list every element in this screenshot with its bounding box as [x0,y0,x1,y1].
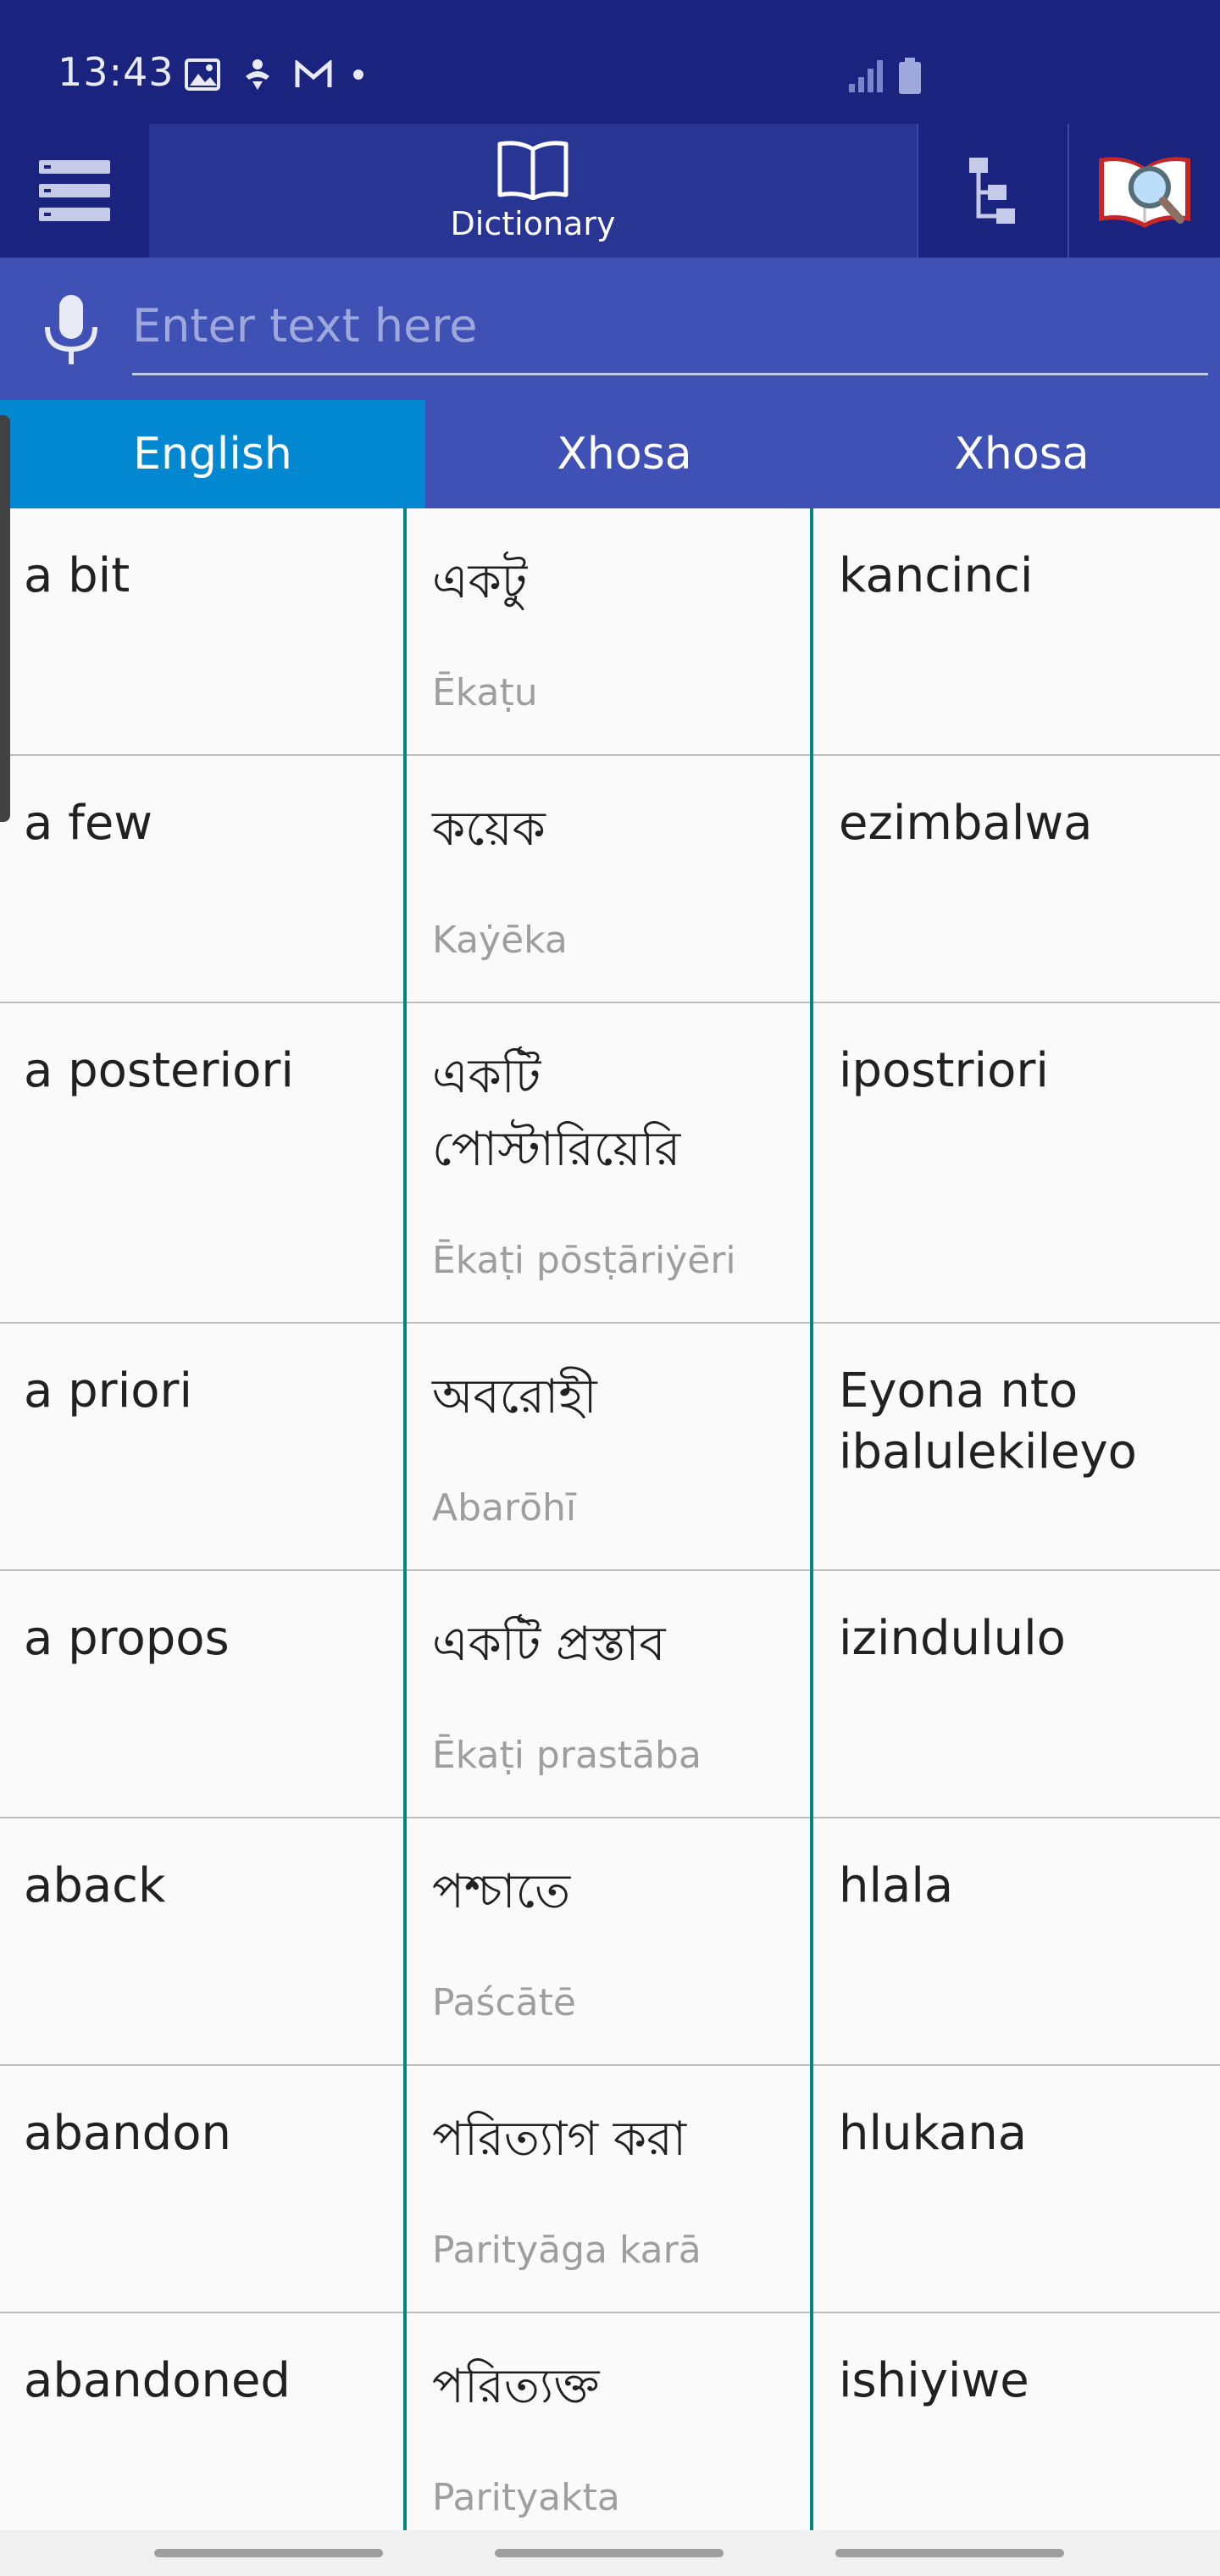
column-divider [810,508,813,2530]
xhosa-word: ishiyiwe [839,2353,1029,2408]
english-word: a posteriori [24,1043,294,1098]
transliteration: Kaẏēka [432,919,568,962]
table-row[interactable]: abandon পরিত্যাগ করা Parityāga karā hluk… [0,2066,1220,2313]
xhosa-word: izindululo [839,1611,1066,1666]
nav-recents-button[interactable] [154,2549,383,2557]
table-row[interactable]: a few কয়েক Kaẏēka ezimbalwa [0,756,1220,1003]
english-word: a few [24,796,153,851]
bengali-word: কয়েক [432,802,546,857]
transliteration: Paścātē [432,1981,576,2024]
english-word: abandon [24,2106,231,2161]
image-icon [185,58,220,91]
tab-language-xhosa-2[interactable]: Xhosa [824,400,1220,508]
english-word: a priori [24,1363,193,1418]
xhosa-word: hlukana [839,2106,1028,2161]
book-magnifier-icon [1099,157,1190,228]
column-divider [403,508,407,2530]
language-header: English Xhosa Xhosa [0,400,1220,508]
english-word: aback [24,1858,166,1913]
status-bar: 13:43 [0,0,1220,124]
transliteration: Parityakta [432,2476,620,2519]
table-row[interactable]: a bit একটু Ēkaṭu kancinci [0,508,1220,756]
english-word: abandoned [24,2353,291,2408]
bengali-word: পরিত্যক্ত [432,2359,600,2414]
battery-icon [899,58,921,94]
accessibility-icon [246,59,269,90]
xhosa-word: ezimbalwa [839,796,1093,851]
menu-icon [39,160,110,221]
tab-dictionary[interactable]: Dictionary [149,124,917,258]
toolbar: Dictionary [0,124,1220,258]
nav-back-button[interactable] [835,2549,1064,2557]
signal-icon [849,60,883,92]
lookup-button[interactable] [1068,124,1220,258]
table-row[interactable]: a priori অবরোহী Abarōhī Eyona nto ibalul… [0,1324,1220,1571]
dictionary-table: a bit একটু Ēkaṭu kancinci a few কয়েক Ka… [0,508,1220,2530]
tree-icon [969,158,1015,224]
nav-home-button[interactable] [495,2549,724,2557]
navigation-bar [0,2530,1220,2576]
tab-language-english[interactable]: English [0,400,425,508]
table-row[interactable]: abandoned পরিত্যক্ত Parityakta ishiyiwe [0,2313,1220,2530]
transliteration: Parityāga karā [432,2229,702,2272]
bengali-word: একটি প্রস্তাব [432,1617,666,1672]
system-icons [847,58,922,95]
bengali-word: একটু [432,554,528,609]
menu-button[interactable] [0,124,149,258]
transliteration: Ēkaṭi pōsṭāriẏēri [432,1239,736,1282]
bengali-word: পরিত্যাগ করা [432,2112,687,2167]
language-label: English [133,429,292,480]
scroll-handle[interactable] [0,415,10,822]
table-row[interactable]: aback পশ্চাতে Paścātē hlala [0,1818,1220,2066]
notification-icons [185,58,364,92]
transliteration: Ēkaṭu [432,671,538,714]
table-row[interactable]: a propos একটি প্রস্তাব Ēkaṭi prastāba iz… [0,1571,1220,1818]
table-row[interactable]: a posteriori একটি পোস্টারিয়েরি Ēkaṭi pō… [0,1003,1220,1324]
bengali-word: পশ্চাতে [432,1864,571,1919]
book-icon [497,141,568,200]
bengali-word: একটি পোস্টারিয়েরি [432,1049,681,1177]
status-time: 13:43 [58,49,175,95]
language-label: Xhosa [954,429,1090,480]
xhosa-word: Eyona nto ibalulekileyo [839,1363,1137,1480]
transliteration: Abarōhī [432,1486,577,1530]
xhosa-word: ipostriori [839,1043,1049,1098]
xhosa-word: kancinci [839,548,1034,603]
mic-icon[interactable] [41,293,102,366]
tree-button[interactable] [917,124,1068,258]
english-word: a bit [24,548,130,603]
search-input[interactable] [132,291,1208,359]
gmail-icon [295,60,332,87]
english-word: a propos [24,1611,230,1666]
xhosa-word: hlala [839,1858,954,1913]
tab-language-xhosa-1[interactable]: Xhosa [425,400,824,508]
search-underline [132,373,1208,375]
transliteration: Ēkaṭi prastāba [432,1734,702,1777]
language-label: Xhosa [557,429,692,480]
tab-dictionary-label: Dictionary [450,205,616,242]
bengali-word: অবরোহী [432,1369,597,1424]
search-bar [0,258,1220,400]
dot-icon [353,69,363,80]
